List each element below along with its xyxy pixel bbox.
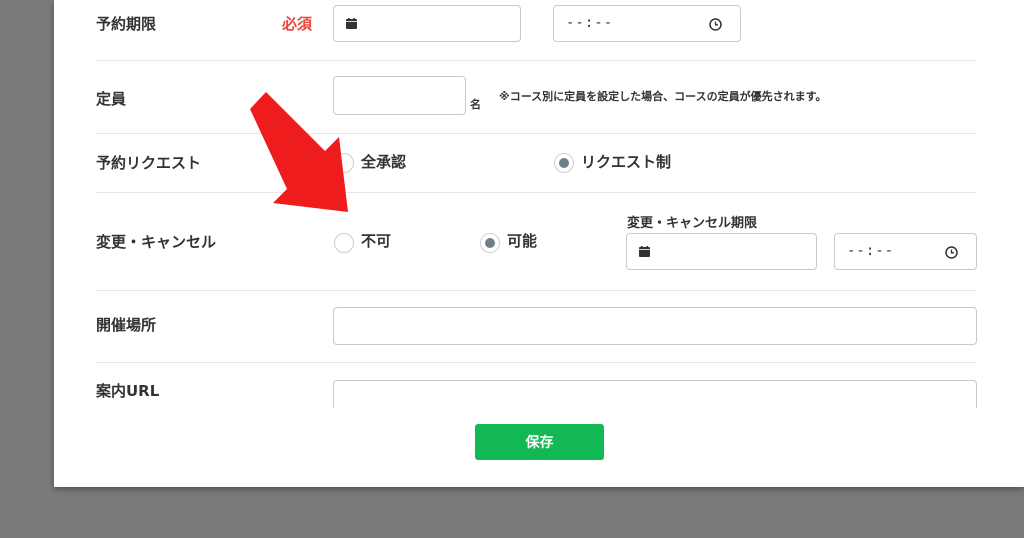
arrow-annotation [250, 92, 348, 212]
change-radio-yes[interactable] [480, 233, 500, 253]
time-placeholder: --:-- [847, 243, 895, 259]
divider [96, 133, 976, 134]
venue-input[interactable] [333, 307, 977, 345]
request-option-all[interactable]: 全承認 [361, 151, 406, 172]
request-radio-request[interactable] [554, 153, 574, 173]
calendar-icon [639, 246, 650, 257]
deadline-date-input[interactable] [333, 5, 521, 42]
request-label: 予約リクエスト [96, 154, 202, 172]
capacity-label: 定員 [96, 90, 127, 108]
request-option-request[interactable]: リクエスト制 [581, 151, 671, 172]
divider [96, 362, 976, 363]
divider [96, 192, 976, 193]
deadline-label: 予約期限 [96, 15, 157, 33]
deadline-time-input[interactable]: --:-- [553, 5, 741, 42]
change-radio-no[interactable] [334, 233, 354, 253]
change-deadline-date-input[interactable] [626, 233, 817, 270]
clock-icon [945, 246, 958, 259]
venue-label: 開催場所 [96, 316, 157, 334]
change-cancel-label: 変更・キャンセル [96, 233, 217, 251]
change-option-yes[interactable]: 可能 [507, 230, 537, 251]
clock-icon [709, 18, 722, 31]
save-button[interactable]: 保存 [475, 424, 604, 460]
capacity-unit: 名 [470, 98, 481, 111]
calendar-icon [346, 18, 357, 29]
divider [96, 290, 976, 291]
change-deadline-label: 変更・キャンセル期限 [627, 216, 758, 231]
guide-url-label: 案内URL [96, 382, 160, 400]
capacity-note: ※コース別に定員を設定した場合、コースの定員が優先されます。 [499, 90, 827, 103]
divider [96, 60, 976, 61]
required-badge: 必須 [282, 15, 313, 33]
guide-url-input[interactable] [333, 380, 977, 408]
time-placeholder: --:-- [566, 15, 614, 31]
change-deadline-time-input[interactable]: --:-- [834, 233, 977, 270]
change-option-no[interactable]: 不可 [361, 230, 391, 251]
